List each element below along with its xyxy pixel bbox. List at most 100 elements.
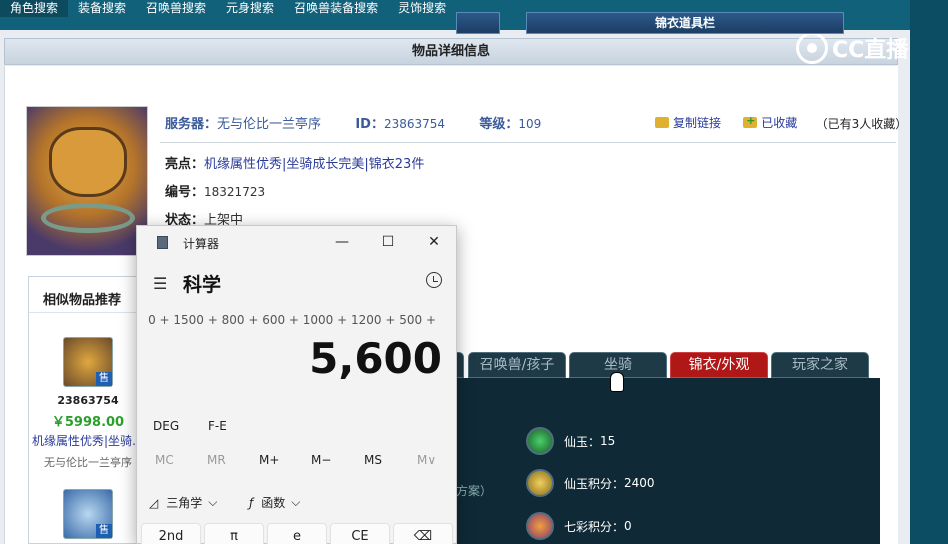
folder-add-icon xyxy=(743,114,758,128)
favorite-button[interactable]: 已收藏 xyxy=(743,114,797,131)
minimize-button[interactable]: — xyxy=(319,226,365,258)
info-highlight-row: 亮点：机缘属性优秀|坐骑成长完美|锦衣23件 xyxy=(165,153,424,172)
highlight-label: 亮点： xyxy=(165,157,205,172)
number-value: 18321723 xyxy=(204,185,266,199)
backspace-key[interactable]: ⌫ xyxy=(393,523,453,544)
favorite-count: （已有3人收藏） xyxy=(815,117,908,131)
memory-clear-button[interactable]: MC xyxy=(155,453,174,467)
memory-recall-button[interactable]: MR xyxy=(207,453,226,467)
page-title: 物品详细信息 xyxy=(4,38,898,65)
resource-value: 0 xyxy=(624,519,632,533)
level-value: 109 xyxy=(518,117,542,131)
info-actions: 复制链接 已收藏 （已有3人收藏） xyxy=(655,114,907,132)
screen: 角色搜索 装备搜索 召唤兽搜索 元身搜索 召唤兽装备搜索 灵饰搜索 物品详细信息… xyxy=(0,0,948,544)
cc-logo-icon xyxy=(796,32,828,64)
server-value: 无与伦比一兰亭序 xyxy=(217,117,322,132)
memory-store-button[interactable]: MS xyxy=(364,453,382,467)
function-label: 函数 xyxy=(261,496,286,510)
memory-subtract-button[interactable]: M− xyxy=(311,453,331,467)
watermark-text: CC直播 xyxy=(832,38,909,63)
id-value: 23863754 xyxy=(383,117,446,131)
similar-item-thumb-2[interactable]: 售 xyxy=(63,489,113,539)
trig-label: 三角学 xyxy=(166,496,203,510)
nav-role-search[interactable]: 角色搜索 xyxy=(0,0,69,17)
fe-button[interactable]: F-E xyxy=(208,419,227,433)
close-button[interactable]: ✕ xyxy=(411,226,457,258)
tab-outfit[interactable]: 锦衣/外观 xyxy=(670,352,768,378)
chevron-down-icon: ⌵ xyxy=(291,495,301,509)
resource-label: 仙玉积分： xyxy=(564,476,625,491)
sale-badge: 售 xyxy=(96,524,112,538)
calculator-mode-title: 科学 xyxy=(183,274,222,296)
info-server-row: 服务器：无与伦比一兰亭序 ID：23863754 等级：109 xyxy=(165,113,541,132)
tab-summon-child[interactable]: 召唤兽/孩子 xyxy=(468,352,566,378)
copy-link-button[interactable]: 复制链接 xyxy=(655,114,721,131)
memory-list-button[interactable]: M∨ xyxy=(417,453,436,467)
euler-key[interactable]: e xyxy=(267,523,327,544)
resource-label: 仙玉： xyxy=(564,434,601,449)
divider xyxy=(160,142,896,143)
panel-header-left xyxy=(456,12,500,34)
clear-entry-key[interactable]: CE xyxy=(330,523,390,544)
info-number-row: 编号：18321723 xyxy=(165,181,265,200)
nav-ornament-search[interactable]: 灵饰搜索 xyxy=(388,0,456,17)
nav-yuanshen-search[interactable]: 元身搜索 xyxy=(216,0,284,17)
resource-row-xianyu-points: 仙玉积分： 2400 xyxy=(526,469,655,497)
mouse-cursor-hand-icon xyxy=(610,372,624,392)
server-label: 服务器： xyxy=(165,117,218,132)
second-function-key[interactable]: 2nd xyxy=(141,523,201,544)
pi-key[interactable]: π xyxy=(204,523,264,544)
resource-row-xianyu: 仙玉： 15 xyxy=(526,427,615,455)
outfit-panel xyxy=(456,378,880,544)
similar-item-id: 23863754 xyxy=(57,394,119,407)
nav-equipment-search[interactable]: 装备搜索 xyxy=(68,0,136,17)
prayer-beads-art xyxy=(41,203,135,233)
scheme-hint: 方案） xyxy=(456,484,493,498)
character-avatar xyxy=(26,106,148,256)
level-label: 等级： xyxy=(479,117,519,132)
folder-icon xyxy=(655,117,669,128)
tiger-face-art xyxy=(49,127,127,197)
highlight-value: 机缘属性优秀|坐骑成长完美|锦衣23件 xyxy=(204,157,425,172)
function-icon: ƒ xyxy=(249,495,254,510)
watermark: CC直播 xyxy=(796,30,908,66)
nav-summon-search[interactable]: 召唤兽搜索 xyxy=(136,0,216,17)
resource-value: 15 xyxy=(600,434,616,448)
tab-player-home[interactable]: 玩家之家 xyxy=(771,352,869,378)
deg-button[interactable]: DEG xyxy=(153,419,179,433)
resource-value: 2400 xyxy=(624,476,655,490)
sale-badge: 售 xyxy=(96,372,112,386)
similar-items-title: 相似物品推荐 xyxy=(29,277,147,313)
trigonometry-dropdown[interactable]: ◿ 三角学 ⌵ xyxy=(149,494,217,511)
function-dropdown[interactable]: ƒ 函数 ⌵ xyxy=(249,494,300,511)
memory-add-button[interactable]: M+ xyxy=(259,453,279,467)
calculator-app-icon xyxy=(157,236,168,249)
similar-item-desc[interactable]: 机缘属性优秀|坐骑… xyxy=(29,432,147,449)
hamburger-menu-icon[interactable]: ☰ xyxy=(153,274,167,293)
jade-points-icon xyxy=(526,469,554,497)
maximize-button[interactable]: ☐ xyxy=(365,226,411,258)
calculator-title: 计算器 xyxy=(183,237,220,251)
right-edge-strip xyxy=(910,0,948,544)
calculator-window: 计算器 — ☐ ✕ ☰ 科学 0 + 1500 + 800 + 600 + 10… xyxy=(136,225,457,544)
number-label: 编号： xyxy=(165,185,205,200)
panel-header: 锦衣道具栏 xyxy=(526,12,844,34)
calculator-titlebar[interactable]: 计算器 — ☐ ✕ xyxy=(137,226,456,258)
chevron-down-icon: ⌵ xyxy=(208,495,218,509)
calculator-expression: 0 + 1500 + 800 + 600 + 1000 + 1200 + 500… xyxy=(148,313,436,327)
similar-item-thumb[interactable]: 售 xyxy=(63,337,113,387)
jade-icon xyxy=(526,427,554,455)
nav-summon-equip-search[interactable]: 召唤兽装备搜索 xyxy=(284,0,388,17)
similar-items-box: 相似物品推荐 售 23863754 ￥5998.00 机缘属性优秀|坐骑… 无与… xyxy=(28,276,148,544)
copy-link-label: 复制链接 xyxy=(673,116,722,130)
id-label: ID： xyxy=(355,117,384,132)
calculator-result: 5,600 xyxy=(309,334,442,383)
rainbow-points-icon xyxy=(526,512,554,540)
history-icon[interactable] xyxy=(426,272,442,288)
trig-icon: ◿ xyxy=(149,495,159,510)
similar-item-server: 无与伦比一兰亭序 xyxy=(44,456,132,469)
favorite-label: 已收藏 xyxy=(761,116,798,130)
similar-item-price: ￥5998.00 xyxy=(51,415,125,430)
resource-label: 七彩积分： xyxy=(564,519,625,534)
resource-row-rainbow-points: 七彩积分： 0 xyxy=(526,512,632,540)
